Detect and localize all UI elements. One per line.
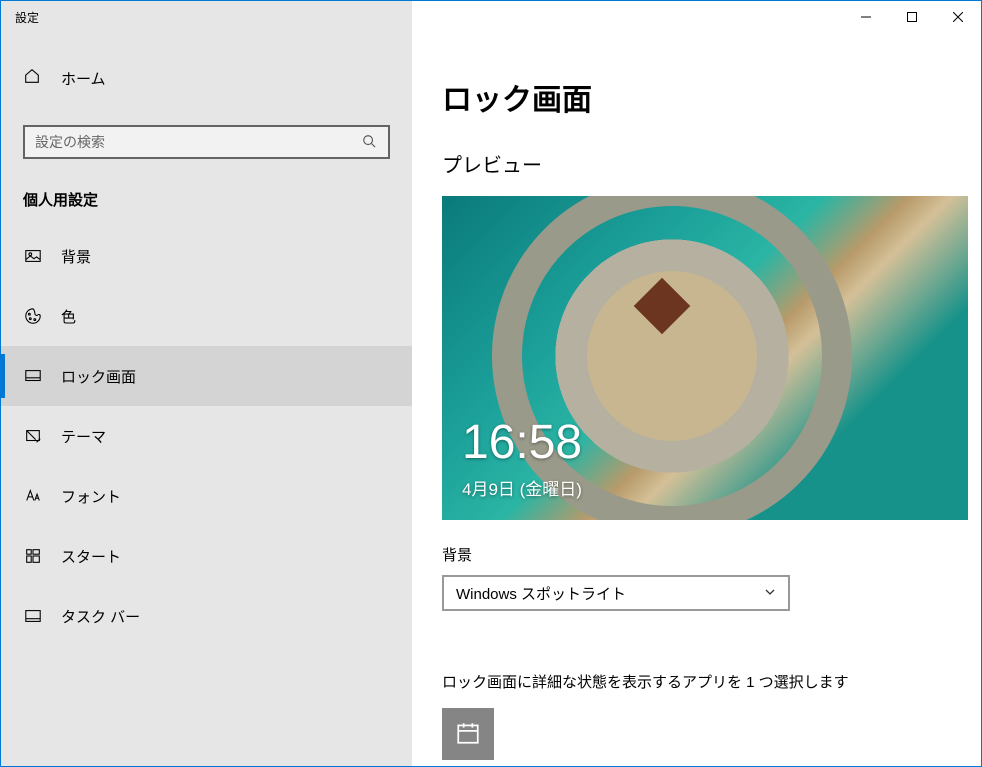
sidebar-item-label: 色 (61, 306, 76, 327)
dropdown-selected: Windows スポットライト (456, 583, 626, 604)
search-box[interactable] (23, 125, 390, 159)
sidebar-section-title: 個人用設定 (1, 159, 412, 226)
sidebar-item-fonts[interactable]: フォント (1, 466, 412, 526)
detail-status-app-button[interactable] (442, 708, 494, 760)
sidebar-item-label: フォント (61, 486, 121, 507)
calendar-icon (455, 720, 481, 749)
sidebar-item-lockscreen[interactable]: ロック画面 (1, 346, 412, 406)
page-title: ロック画面 (442, 75, 951, 119)
window-title: 設定 (1, 1, 412, 33)
preview-time: 16:58 (462, 415, 582, 470)
picture-icon (23, 247, 43, 265)
background-field-label: 背景 (442, 544, 951, 565)
maximize-button[interactable] (889, 1, 935, 33)
theme-icon (23, 427, 43, 445)
sidebar-item-label: タスク バー (61, 606, 140, 627)
preview-date: 4月9日 (金曜日) (462, 475, 582, 500)
background-dropdown[interactable]: Windows スポットライト (442, 575, 790, 611)
lockscreen-icon (23, 367, 43, 385)
chevron-down-icon (764, 585, 776, 602)
sidebar-item-taskbar[interactable]: タスク バー (1, 586, 412, 646)
minimize-button[interactable] (843, 1, 889, 33)
close-button[interactable] (935, 1, 981, 33)
search-icon (362, 134, 378, 151)
sidebar-item-label: ロック画面 (61, 366, 136, 387)
home-icon (23, 67, 43, 89)
home-label: ホーム (61, 68, 106, 89)
home-button[interactable]: ホーム (1, 53, 412, 103)
search-input[interactable] (35, 134, 362, 150)
sidebar-item-label: テーマ (61, 426, 106, 447)
sidebar: ホーム 個人用設定 背景 色 (1, 33, 412, 766)
titlebar: 設定 (1, 1, 981, 33)
main-content: ロック画面 プレビュー 16:58 4月9日 (金曜日) 背景 Windows … (412, 33, 981, 766)
taskbar-icon (23, 607, 43, 625)
sidebar-item-colors[interactable]: 色 (1, 286, 412, 346)
sidebar-item-label: 背景 (61, 246, 91, 267)
sidebar-item-themes[interactable]: テーマ (1, 406, 412, 466)
preview-label: プレビュー (442, 149, 951, 178)
sidebar-item-label: スタート (61, 546, 121, 567)
palette-icon (23, 307, 43, 325)
start-icon (23, 547, 43, 565)
sidebar-item-start[interactable]: スタート (1, 526, 412, 586)
font-icon (23, 487, 43, 505)
lockscreen-preview: 16:58 4月9日 (金曜日) (442, 196, 968, 520)
sidebar-item-background[interactable]: 背景 (1, 226, 412, 286)
detail-app-label: ロック画面に詳細な状態を表示するアプリを 1 つ選択します (442, 671, 951, 692)
